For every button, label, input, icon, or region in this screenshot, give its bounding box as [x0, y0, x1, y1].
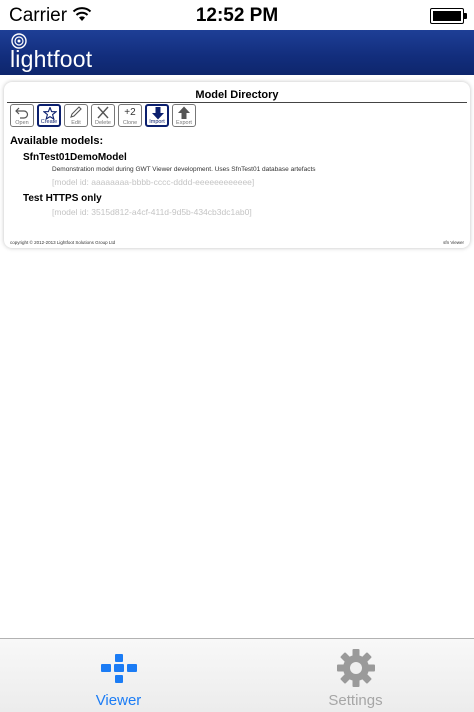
app-header: lightfoot [0, 30, 474, 75]
undo-arrow-icon [15, 107, 29, 119]
model-link-sfntest01demomodel[interactable]: SfnTest01DemoModel [23, 152, 127, 163]
content-panel: Model Directory Open Create Edit Delete … [4, 82, 470, 248]
clone-button-label: Clone [122, 120, 138, 126]
import-button-label: Import [149, 119, 165, 125]
gear-icon [336, 649, 375, 687]
up-arrow-icon [178, 106, 190, 119]
clone-button[interactable]: +2 Clone [118, 104, 142, 127]
create-button-label: Create [40, 119, 58, 125]
delete-button[interactable]: Delete [91, 104, 115, 127]
open-button-label: Open [15, 120, 29, 126]
tab-bar: Viewer Settings [0, 638, 474, 712]
tab-settings-label: Settings [328, 692, 383, 709]
edit-button-label: Edit [71, 120, 81, 126]
title-divider [7, 102, 467, 103]
tab-viewer[interactable]: Viewer [0, 639, 237, 712]
available-models-heading: Available models: [10, 135, 104, 147]
x-icon [97, 106, 109, 119]
create-button[interactable]: Create [37, 104, 61, 127]
clock: 12:52 PM [195, 5, 279, 26]
plus-two-icon: +2 [124, 107, 136, 118]
delete-button-label: Delete [95, 120, 111, 126]
model-id: [model id: 3515d812-a4cf-411d-9d5b-434cb… [52, 207, 252, 217]
import-button[interactable]: Import [145, 104, 169, 127]
battery-icon [430, 8, 467, 24]
status-bar: Carrier 12:52 PM [0, 0, 474, 30]
model-link-test-https-only[interactable]: Test HTTPS only [23, 193, 102, 204]
export-button[interactable]: Export [172, 104, 196, 127]
copyright-notice: copyright © 2012-2013 Lightfoot Solution… [10, 240, 116, 245]
viewer-grid-icon [100, 654, 137, 683]
pencil-icon [70, 106, 82, 118]
export-button-label: Export [176, 120, 192, 126]
open-button[interactable]: Open [10, 104, 34, 127]
page-title: Model Directory [195, 89, 279, 101]
logo-text: lightfoot [10, 46, 93, 72]
app-name-label: sfn Viewer [443, 240, 464, 245]
tab-viewer-label: Viewer [95, 692, 142, 709]
tab-settings[interactable]: Settings [237, 639, 474, 712]
model-id: [model id: aaaaaaaa-bbbb-cccc-dddd-eeeee… [52, 177, 255, 187]
model-description: Demonstration model during GWT Viewer de… [52, 166, 316, 173]
edit-button[interactable]: Edit [64, 104, 88, 127]
